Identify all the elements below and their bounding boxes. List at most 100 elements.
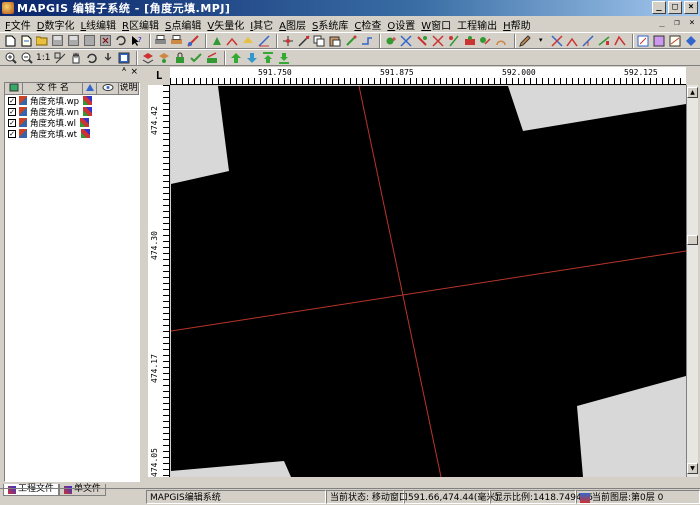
file-status-icon[interactable]: [83, 107, 93, 116]
save-all-icon[interactable]: [83, 34, 96, 47]
region-select-icon[interactable]: [637, 34, 650, 47]
vector-tool-icon[interactable]: [186, 34, 199, 47]
zoom-in-icon[interactable]: [4, 51, 17, 64]
layer-check-icon[interactable]: [189, 51, 202, 64]
print-icon[interactable]: [154, 34, 167, 47]
full-view-icon[interactable]: [117, 51, 130, 64]
link-icon[interactable]: [360, 34, 373, 47]
menu-project-output[interactable]: 工程输出: [454, 17, 500, 32]
menu-line-edit[interactable]: L线编辑: [77, 17, 119, 32]
menu-system-library[interactable]: S系统库: [309, 17, 351, 32]
menu-digitize[interactable]: D数字化: [34, 17, 78, 32]
line-smooth-icon[interactable]: [598, 34, 611, 47]
file-row[interactable]: ✓ 角度充填.wp: [5, 95, 139, 107]
new-project-icon[interactable]: [20, 34, 33, 47]
column-filename-header[interactable]: 文 件 名: [23, 83, 83, 94]
file-checkbox[interactable]: ✓: [8, 129, 16, 138]
scroll-thumb[interactable]: [687, 235, 698, 245]
layer-view-icon[interactable]: [141, 51, 154, 64]
point-copy-icon[interactable]: [416, 34, 429, 47]
point-select-icon[interactable]: [447, 34, 460, 47]
menu-check[interactable]: C检查: [351, 17, 384, 32]
panel-close-button[interactable]: ×: [130, 67, 138, 77]
dropdown-arrow-icon[interactable]: ▾: [534, 34, 547, 47]
minimize-button[interactable]: _: [652, 1, 666, 14]
close-file-icon[interactable]: [99, 34, 112, 47]
redraw-icon[interactable]: [101, 51, 114, 64]
map-canvas[interactable]: [171, 86, 686, 477]
line-extend-icon[interactable]: [582, 34, 595, 47]
point-attr-icon[interactable]: [479, 34, 492, 47]
edit-node-icon[interactable]: [345, 34, 358, 47]
file-status-icon[interactable]: [83, 96, 93, 105]
panel-autohide-button[interactable]: ᴬ: [122, 67, 126, 77]
snap-icon[interactable]: [297, 34, 310, 47]
line-param-icon[interactable]: [613, 34, 626, 47]
file-row[interactable]: ✓ 角度充填.wn: [5, 106, 139, 118]
layer-param-icon[interactable]: [205, 51, 218, 64]
point-move-icon[interactable]: [400, 34, 413, 47]
column-visibility-header[interactable]: [97, 83, 119, 94]
zoom-out-icon[interactable]: [20, 51, 33, 64]
point-rotate-icon[interactable]: [495, 34, 508, 47]
menu-help[interactable]: H帮助: [500, 17, 534, 32]
layer-select-icon[interactable]: [157, 51, 170, 64]
paste-icon[interactable]: [329, 34, 342, 47]
layer-lock-icon[interactable]: [173, 51, 186, 64]
point-param-icon[interactable]: [463, 34, 476, 47]
menu-region-edit[interactable]: R区编辑: [119, 17, 162, 32]
scroll-up-button[interactable]: ▲: [687, 87, 698, 98]
scroll-down-button[interactable]: ▼: [687, 463, 698, 474]
copy-icon[interactable]: [313, 34, 326, 47]
menu-other[interactable]: I其它: [247, 17, 276, 32]
zoom-actual-size-button[interactable]: 1:1: [36, 53, 50, 63]
save-icon[interactable]: [52, 34, 65, 47]
pan-hand-icon[interactable]: [69, 51, 82, 64]
mdi-close-button[interactable]: ×: [686, 17, 698, 29]
file-status-icon[interactable]: [80, 118, 90, 127]
menu-point-edit[interactable]: S点编辑: [162, 17, 204, 32]
arrow-top-icon[interactable]: [261, 51, 274, 64]
node-edit-icon[interactable]: [281, 34, 294, 47]
menu-window[interactable]: W窗口: [418, 17, 454, 32]
line-tool-icon[interactable]: [226, 34, 239, 47]
line-join-icon[interactable]: [566, 34, 579, 47]
vertical-scrollbar[interactable]: ▲ ▼: [686, 85, 698, 477]
area-tool-icon[interactable]: [242, 34, 255, 47]
point-add-icon[interactable]: [384, 34, 397, 47]
mdi-minimize-button[interactable]: _: [656, 17, 668, 29]
pen-tool-icon[interactable]: [519, 34, 532, 47]
menu-vectorize[interactable]: V矢量化: [204, 17, 247, 32]
print-preview-icon[interactable]: [170, 34, 183, 47]
undo-icon[interactable]: [115, 34, 128, 47]
open-folder-icon[interactable]: [35, 34, 49, 47]
save-as-icon[interactable]: [67, 34, 80, 47]
new-file-icon[interactable]: [4, 34, 17, 47]
maximize-button[interactable]: □: [668, 1, 682, 14]
region-fill-icon[interactable]: [653, 34, 666, 47]
menu-settings[interactable]: O设置: [384, 17, 418, 32]
red-line-vertical[interactable]: [358, 86, 442, 477]
help-pointer-icon[interactable]: ?: [131, 34, 144, 47]
file-checkbox[interactable]: ✓: [8, 107, 16, 116]
column-icon-header[interactable]: [5, 83, 23, 94]
refresh-icon[interactable]: [85, 51, 98, 64]
file-checkbox[interactable]: ✓: [8, 118, 16, 127]
file-status-icon[interactable]: [81, 129, 90, 138]
menu-layer[interactable]: A图层: [276, 17, 309, 32]
arrow-up-icon[interactable]: [229, 51, 242, 64]
mdi-restore-button[interactable]: ❐: [671, 17, 683, 29]
ruler-corner[interactable]: L: [148, 67, 170, 85]
red-line-horizontal[interactable]: [171, 250, 686, 332]
close-button[interactable]: ×: [684, 1, 698, 14]
column-description-header[interactable]: 说明: [119, 83, 139, 94]
column-status-header[interactable]: [83, 83, 97, 94]
arrow-bottom-icon[interactable]: [277, 51, 290, 64]
window-zoom-icon[interactable]: [53, 51, 66, 64]
arrow-down-icon[interactable]: [245, 51, 258, 64]
file-checkbox[interactable]: ✓: [8, 96, 16, 105]
measure-tool-icon[interactable]: [258, 34, 271, 47]
point-delete-icon[interactable]: [432, 34, 445, 47]
region-edit-icon[interactable]: [684, 34, 697, 47]
file-row[interactable]: ✓ 角度充填.wl: [5, 117, 139, 129]
